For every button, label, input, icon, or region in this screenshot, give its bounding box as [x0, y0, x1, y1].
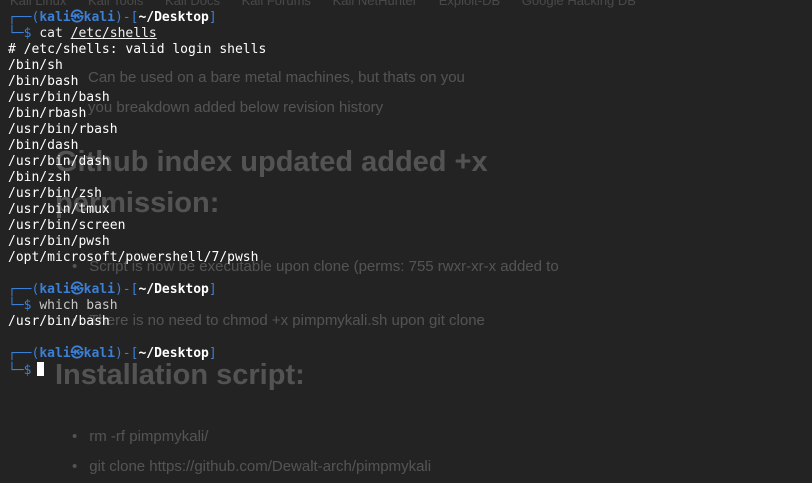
text-cursor[interactable]	[37, 362, 45, 376]
command-line: └─$ which bash	[8, 298, 118, 313]
command-name: cat	[39, 26, 63, 41]
prompt-host: kali	[83, 282, 115, 297]
output-line: /bin/sh	[8, 58, 63, 73]
prompt-user: kali	[39, 282, 71, 297]
command-arg: /etc/shells	[70, 26, 157, 41]
command-text: which bash	[39, 298, 118, 313]
prompt-line: ┌──(kali㉿kali)-[~/Desktop]	[8, 346, 217, 361]
prompt-user: kali	[39, 346, 71, 361]
output-line: /bin/rbash	[8, 106, 87, 121]
output-line: /usr/bin/pwsh	[8, 234, 110, 249]
output-line: /bin/zsh	[8, 170, 71, 185]
prompt-at: ㉿	[70, 10, 84, 25]
prompt-at: ㉿	[70, 346, 84, 361]
prompt-at: ㉿	[70, 282, 84, 297]
prompt-host: kali	[83, 346, 115, 361]
output-line: /bin/dash	[8, 138, 79, 153]
prompt-dir: ~/Desktop	[138, 282, 209, 297]
command-output: # /etc/shells: valid login shells /bin/s…	[8, 42, 812, 266]
output-line: /usr/bin/rbash	[8, 122, 118, 137]
output-line: /opt/microsoft/powershell/7/pwsh	[8, 250, 259, 265]
prompt-host: kali	[83, 10, 115, 25]
output-line: /usr/bin/zsh	[8, 186, 102, 201]
output-line: /usr/bin/dash	[8, 154, 110, 169]
output-line: /usr/bin/screen	[8, 218, 126, 233]
prompt-line: ┌──(kali㉿kali)-[~/Desktop]	[8, 282, 217, 297]
output-line: /usr/bin/bash	[8, 314, 110, 329]
command-line: └─$ cat /etc/shells	[8, 26, 157, 41]
output-line: /bin/bash	[8, 74, 79, 89]
output-line: # /etc/shells: valid login shells	[8, 42, 267, 57]
prompt-dir: ~/Desktop	[138, 346, 209, 361]
prompt-user: kali	[39, 10, 71, 25]
prompt-line: ┌──(kali㉿kali)-[~/Desktop]	[8, 10, 217, 25]
output-line: /usr/bin/tmux	[8, 202, 110, 217]
output-line: /usr/bin/bash	[8, 90, 110, 105]
prompt-dir: ~/Desktop	[138, 10, 209, 25]
active-command-line[interactable]: └─$	[8, 362, 812, 378]
terminal-window[interactable]: ┌──(kali㉿kali)-[~/Desktop] └─$ cat /etc/…	[0, 0, 812, 483]
